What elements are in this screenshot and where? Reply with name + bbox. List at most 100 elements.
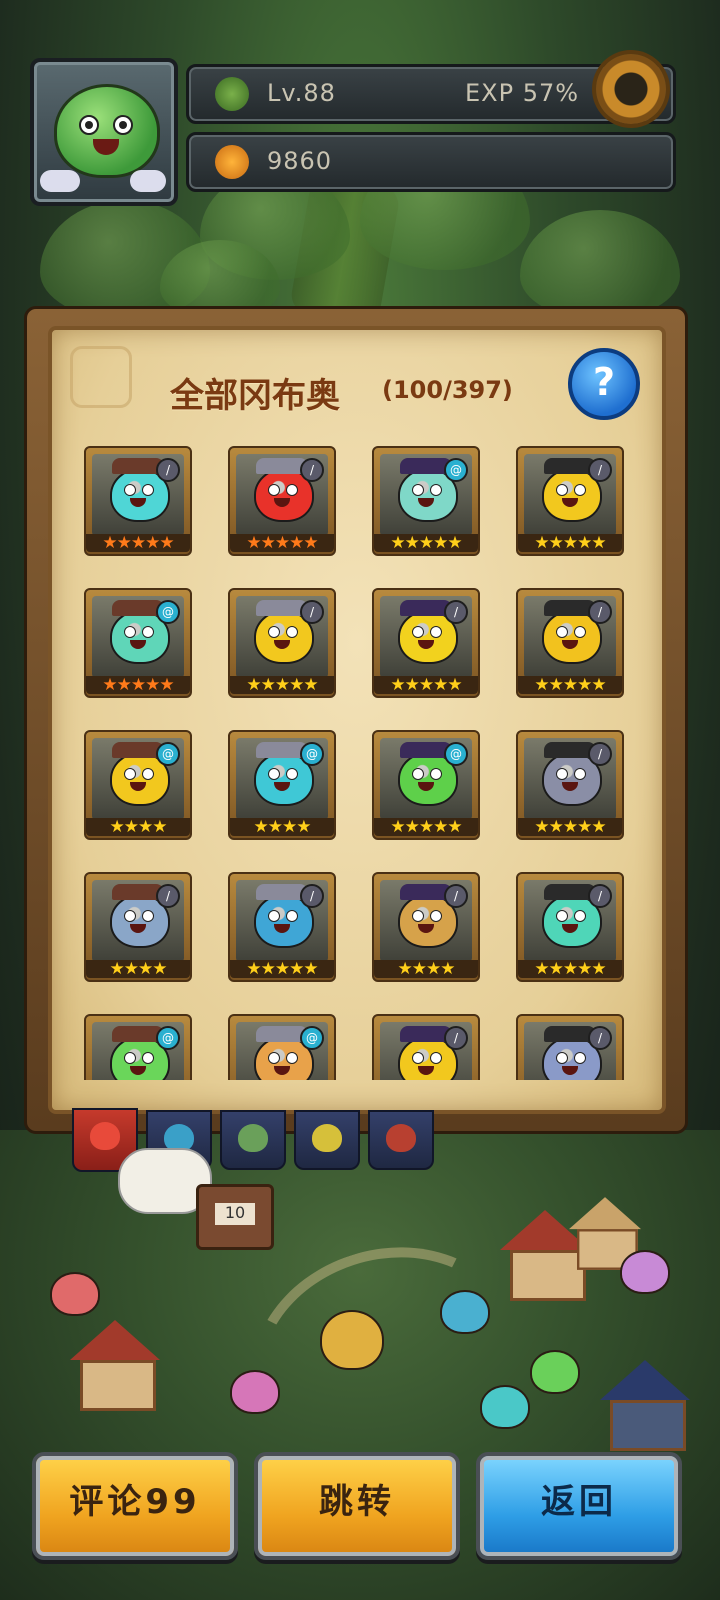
character-portrait: @ bbox=[380, 454, 472, 536]
character-card[interactable]: / ★★★★★ bbox=[516, 872, 624, 982]
character-card[interactable]: / ★★★★★ bbox=[228, 872, 336, 982]
tab-green[interactable] bbox=[220, 1110, 286, 1170]
sword-class-icon: / bbox=[588, 600, 612, 624]
help-button[interactable]: ? bbox=[568, 348, 640, 420]
sword-class-icon: / bbox=[444, 884, 468, 908]
emblem-icon bbox=[70, 346, 132, 408]
currency-bar: 9860 bbox=[186, 132, 676, 192]
star-rating: ★★★★ bbox=[374, 960, 478, 978]
swirl-class-icon: @ bbox=[300, 1026, 324, 1050]
sword-class-icon: / bbox=[300, 458, 324, 482]
character-portrait: / bbox=[92, 454, 184, 536]
star-rating: ★★★★ bbox=[230, 818, 334, 836]
character-portrait: / bbox=[236, 596, 328, 678]
star-rating: ★★★★★ bbox=[518, 534, 622, 552]
character-card[interactable]: / ★★★★★ bbox=[516, 446, 624, 556]
character-grid[interactable]: / ★★★★★ / ★★★★★ @ ★★★★★ / ★★★★★ @ ★★★★★ / ★★★★★ / ★★★… bbox=[84, 446, 644, 1080]
character-card[interactable]: @ ★★★★ bbox=[228, 730, 336, 840]
character-portrait: / bbox=[380, 1022, 472, 1080]
jump-button[interactable]: 跳转 bbox=[254, 1452, 460, 1560]
character-portrait: @ bbox=[92, 596, 184, 678]
character-portrait: @ bbox=[92, 738, 184, 820]
sword-class-icon: / bbox=[444, 600, 468, 624]
star-rating: ★★★★ bbox=[86, 960, 190, 978]
tab-yellow[interactable] bbox=[294, 1110, 360, 1170]
character-card[interactable]: / ★★★★★ bbox=[372, 588, 480, 698]
character-portrait: @ bbox=[236, 738, 328, 820]
player-avatar[interactable] bbox=[30, 58, 178, 206]
clover-icon bbox=[215, 77, 249, 111]
fruit-currency-icon bbox=[215, 145, 249, 179]
sword-class-icon: / bbox=[156, 884, 180, 908]
character-portrait: / bbox=[380, 880, 472, 962]
currency-value: 9860 bbox=[267, 147, 333, 175]
wooden-sign: 10 bbox=[196, 1184, 274, 1250]
character-card[interactable]: / ★★★★★ bbox=[228, 588, 336, 698]
character-card[interactable]: / ★★★★★ bbox=[516, 730, 624, 840]
star-rating: ★★★★★ bbox=[230, 676, 334, 694]
character-portrait: / bbox=[236, 454, 328, 536]
sword-class-icon: / bbox=[588, 884, 612, 908]
character-card[interactable]: / ★★★★ bbox=[372, 872, 480, 982]
sword-class-icon: / bbox=[588, 1026, 612, 1050]
tab-character-icon bbox=[238, 1124, 268, 1152]
star-rating: ★★★★★ bbox=[374, 818, 478, 836]
avatar-character bbox=[54, 84, 160, 178]
settings-gear-icon[interactable] bbox=[596, 54, 666, 124]
swirl-class-icon: @ bbox=[444, 742, 468, 766]
tab-character-icon bbox=[386, 1124, 416, 1152]
character-card[interactable]: @ ★★★★ bbox=[84, 730, 192, 840]
comment-button[interactable]: 评论99 bbox=[32, 1452, 238, 1560]
character-card[interactable]: / ★★★★★ bbox=[516, 588, 624, 698]
star-rating: ★★★★★ bbox=[230, 960, 334, 978]
character-portrait: @ bbox=[380, 738, 472, 820]
character-portrait: @ bbox=[92, 1022, 184, 1080]
character-portrait: / bbox=[524, 454, 616, 536]
character-card[interactable]: / ★★★★★ bbox=[228, 446, 336, 556]
star-rating: ★★★★★ bbox=[374, 534, 478, 552]
character-card[interactable]: @★★★★ bbox=[228, 1014, 336, 1080]
character-portrait: / bbox=[524, 880, 616, 962]
tab-red[interactable] bbox=[368, 1110, 434, 1170]
sword-class-icon: / bbox=[588, 458, 612, 482]
sword-class-icon: / bbox=[300, 600, 324, 624]
character-card[interactable]: @ ★★★★★ bbox=[372, 730, 480, 840]
swirl-class-icon: @ bbox=[444, 458, 468, 482]
character-portrait: / bbox=[236, 880, 328, 962]
back-button[interactable]: 返回 bbox=[476, 1452, 682, 1560]
star-rating: ★★★★★ bbox=[230, 534, 334, 552]
star-rating: ★★★★★ bbox=[518, 960, 622, 978]
character-portrait: / bbox=[380, 596, 472, 678]
sign-number: 10 bbox=[215, 1203, 255, 1225]
collection-title: 全部冈布奥 bbox=[170, 376, 340, 416]
star-rating: ★★★★ bbox=[86, 818, 190, 836]
character-card[interactable]: @ ★★★★★ bbox=[84, 588, 192, 698]
sword-class-icon: / bbox=[300, 884, 324, 908]
character-portrait: @ bbox=[236, 1022, 328, 1080]
character-card[interactable]: / ★★★★ bbox=[84, 872, 192, 982]
sword-class-icon: / bbox=[444, 1026, 468, 1050]
swirl-class-icon: @ bbox=[300, 742, 324, 766]
character-card[interactable]: /★★★★ bbox=[516, 1014, 624, 1080]
tab-character-icon bbox=[90, 1122, 120, 1150]
character-portrait: / bbox=[92, 880, 184, 962]
sword-class-icon: / bbox=[588, 742, 612, 766]
character-card[interactable]: @ ★★★★★ bbox=[372, 446, 480, 556]
star-rating: ★★★★★ bbox=[518, 818, 622, 836]
character-card[interactable]: @★★★★ bbox=[84, 1014, 192, 1080]
level-text: Lv.88 bbox=[267, 79, 336, 107]
tab-character-icon bbox=[312, 1124, 342, 1152]
character-card[interactable]: / ★★★★★ bbox=[84, 446, 192, 556]
star-rating: ★★★★★ bbox=[86, 534, 190, 552]
sword-class-icon: / bbox=[156, 458, 180, 482]
swirl-class-icon: @ bbox=[156, 742, 180, 766]
star-rating: ★★★★★ bbox=[518, 676, 622, 694]
star-rating: ★★★★★ bbox=[374, 676, 478, 694]
character-card[interactable]: /★★★★ bbox=[372, 1014, 480, 1080]
character-portrait: / bbox=[524, 738, 616, 820]
swirl-class-icon: @ bbox=[156, 600, 180, 624]
exp-text: EXP 57% bbox=[465, 79, 580, 107]
character-portrait: / bbox=[524, 1022, 616, 1080]
star-rating: ★★★★★ bbox=[86, 676, 190, 694]
character-portrait: / bbox=[524, 596, 616, 678]
